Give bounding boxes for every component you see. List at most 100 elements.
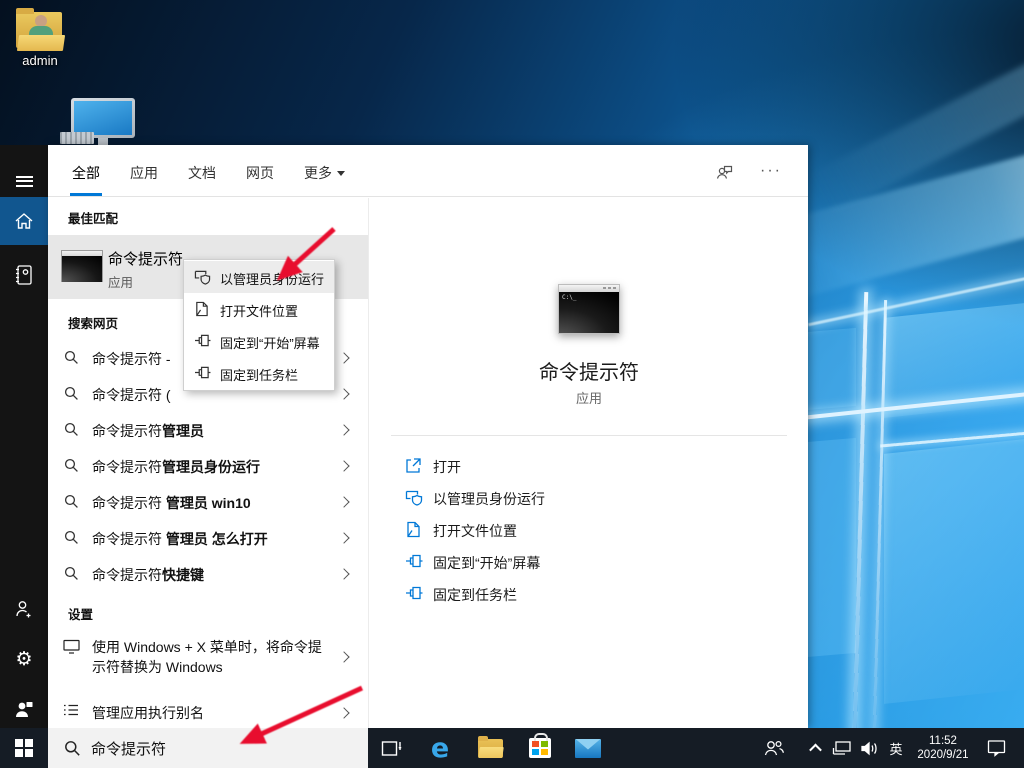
pin-icon — [405, 553, 423, 569]
web-suggestion-row[interactable]: 命令提示符 管理员 怎么打开 — [48, 520, 368, 556]
tab-web[interactable]: 网页 — [244, 147, 276, 196]
user-add-icon — [14, 599, 34, 619]
volume-button[interactable] — [856, 728, 884, 768]
tray-expand-button[interactable] — [802, 728, 828, 768]
search-icon — [64, 386, 79, 401]
windows-logo-pane — [806, 438, 856, 657]
action-center-button[interactable] — [978, 728, 1014, 768]
search-icon — [64, 458, 79, 473]
context-menu-pin-to-taskbar[interactable]: 固定到任务栏 — [184, 357, 334, 389]
web-suggestion-row[interactable]: 命令提示符快捷键 — [48, 556, 368, 592]
network-icon — [832, 740, 852, 757]
context-menu-open-file-location[interactable]: 打开文件位置 — [184, 293, 334, 325]
tab-documents[interactable]: 文档 — [186, 147, 218, 196]
shield-admin-icon — [194, 269, 211, 285]
preview-title: 命令提示符 — [369, 356, 809, 385]
section-settings: 设置 — [48, 592, 368, 631]
web-suggestion-row[interactable]: 命令提示符管理员 — [48, 412, 368, 448]
desktop-icon-this-pc[interactable] — [58, 98, 148, 151]
screen: admin ⚙ — [0, 0, 1024, 768]
action-open[interactable]: 打开 — [369, 450, 809, 482]
windows-logo-pane — [884, 438, 1024, 704]
home-icon — [14, 211, 34, 231]
chevron-right-icon[interactable] — [338, 460, 349, 471]
chevron-right-icon[interactable] — [338, 707, 349, 718]
start-button[interactable] — [0, 728, 48, 768]
action-pin-to-start[interactable]: 固定到“开始”屏幕 — [369, 546, 809, 578]
web-suggestion-row[interactable]: 命令提示符管理员身份运行 — [48, 448, 368, 484]
microsoft-store-button[interactable] — [518, 728, 562, 768]
network-button[interactable] — [828, 728, 856, 768]
pin-icon — [194, 365, 211, 380]
best-match-title: 命令提示符 — [108, 248, 183, 269]
windows-logo-pane — [806, 328, 856, 410]
task-view-icon — [381, 739, 403, 758]
chevron-right-icon[interactable] — [338, 496, 349, 507]
file-explorer-button[interactable] — [468, 728, 512, 768]
best-match-subtitle: 应用 — [108, 272, 133, 291]
context-menu-pin-to-start[interactable]: 固定到“开始”屏幕 — [184, 325, 334, 357]
context-menu-run-as-admin[interactable]: 以管理员身份运行 — [184, 261, 334, 293]
settings-result-row[interactable]: 管理应用执行别名 — [48, 695, 368, 731]
context-menu: 以管理员身份运行 打开文件位置 固定到“开始”屏幕 固定到任务栏 — [183, 259, 335, 391]
chevron-up-icon — [809, 743, 822, 756]
chevron-right-icon[interactable] — [338, 568, 349, 579]
cmd-app-icon — [61, 250, 103, 282]
chevron-right-icon[interactable] — [338, 424, 349, 435]
windows-logo-icon — [15, 739, 33, 757]
web-suggestion-row[interactable]: 命令提示符 管理员 win10 — [48, 484, 368, 520]
taskbar: 命令提示符 e — [0, 728, 1024, 768]
preview-pane: C:\_ 命令提示符 应用 打开 以管理员身份运行 — [368, 198, 808, 728]
shield-admin-icon — [405, 489, 423, 506]
action-run-as-admin[interactable]: 以管理员身份运行 — [369, 482, 809, 514]
action-open-file-location[interactable]: 打开文件位置 — [369, 514, 809, 546]
clock-date: 2020/9/21 — [917, 748, 968, 762]
rail-settings-button[interactable]: ⚙ — [0, 635, 48, 683]
feedback-person-icon — [14, 699, 34, 719]
mail-button[interactable] — [566, 728, 610, 768]
tab-all[interactable]: 全部 — [70, 147, 102, 196]
user-folder-icon — [16, 12, 64, 50]
pin-icon — [194, 333, 211, 348]
desktop-icon-admin[interactable]: admin — [2, 12, 78, 68]
search-icon — [64, 494, 79, 509]
pin-icon — [405, 585, 423, 601]
file-explorer-icon — [478, 739, 503, 758]
file-location-icon — [194, 301, 209, 317]
edge-browser-button[interactable]: e — [418, 728, 462, 768]
file-location-icon — [405, 521, 421, 538]
rail-account-button[interactable] — [0, 585, 48, 633]
chevron-right-icon[interactable] — [338, 388, 349, 399]
settings-result-row[interactable]: 使用 Windows + X 菜单时，将命令提示符替换为 Windows — [48, 631, 368, 687]
chevron-right-icon[interactable] — [338, 532, 349, 543]
section-best-match: 最佳匹配 — [48, 198, 368, 235]
search-icon — [64, 566, 79, 581]
tab-more[interactable]: 更多 — [302, 147, 347, 196]
gear-icon: ⚙ — [15, 648, 32, 670]
tab-apps[interactable]: 应用 — [128, 147, 160, 196]
cmd-app-icon-large: C:\_ — [558, 284, 620, 334]
speaker-icon — [860, 740, 880, 757]
task-view-button[interactable] — [370, 728, 414, 768]
store-icon — [529, 738, 551, 758]
chevron-right-icon[interactable] — [338, 352, 349, 363]
edge-icon: e — [431, 735, 449, 762]
feedback-icon[interactable] — [714, 161, 734, 181]
action-pin-to-taskbar[interactable]: 固定到任务栏 — [369, 578, 809, 610]
ime-indicator[interactable]: 英 — [884, 728, 908, 768]
chevron-down-icon — [337, 171, 345, 176]
search-icon — [64, 530, 79, 545]
chevron-right-icon[interactable] — [338, 651, 349, 662]
list-icon — [63, 703, 79, 717]
mail-icon — [575, 739, 601, 758]
clock[interactable]: 11:52 2020/9/21 — [908, 728, 978, 768]
search-tabs: 全部 应用 文档 网页 更多 — [70, 145, 347, 197]
rail-journal-button[interactable] — [0, 251, 48, 299]
taskbar-search-box[interactable]: 命令提示符 — [48, 728, 368, 768]
rail-feedback-button[interactable] — [0, 685, 48, 733]
rail-home-button[interactable] — [0, 197, 48, 245]
search-flyout-panel: 全部 应用 文档 网页 更多 ··· 最佳匹配 命令提示符 应用 — [48, 145, 808, 728]
people-button[interactable] — [756, 728, 792, 768]
more-options-icon[interactable]: ··· — [760, 162, 782, 180]
search-icon — [64, 740, 81, 757]
